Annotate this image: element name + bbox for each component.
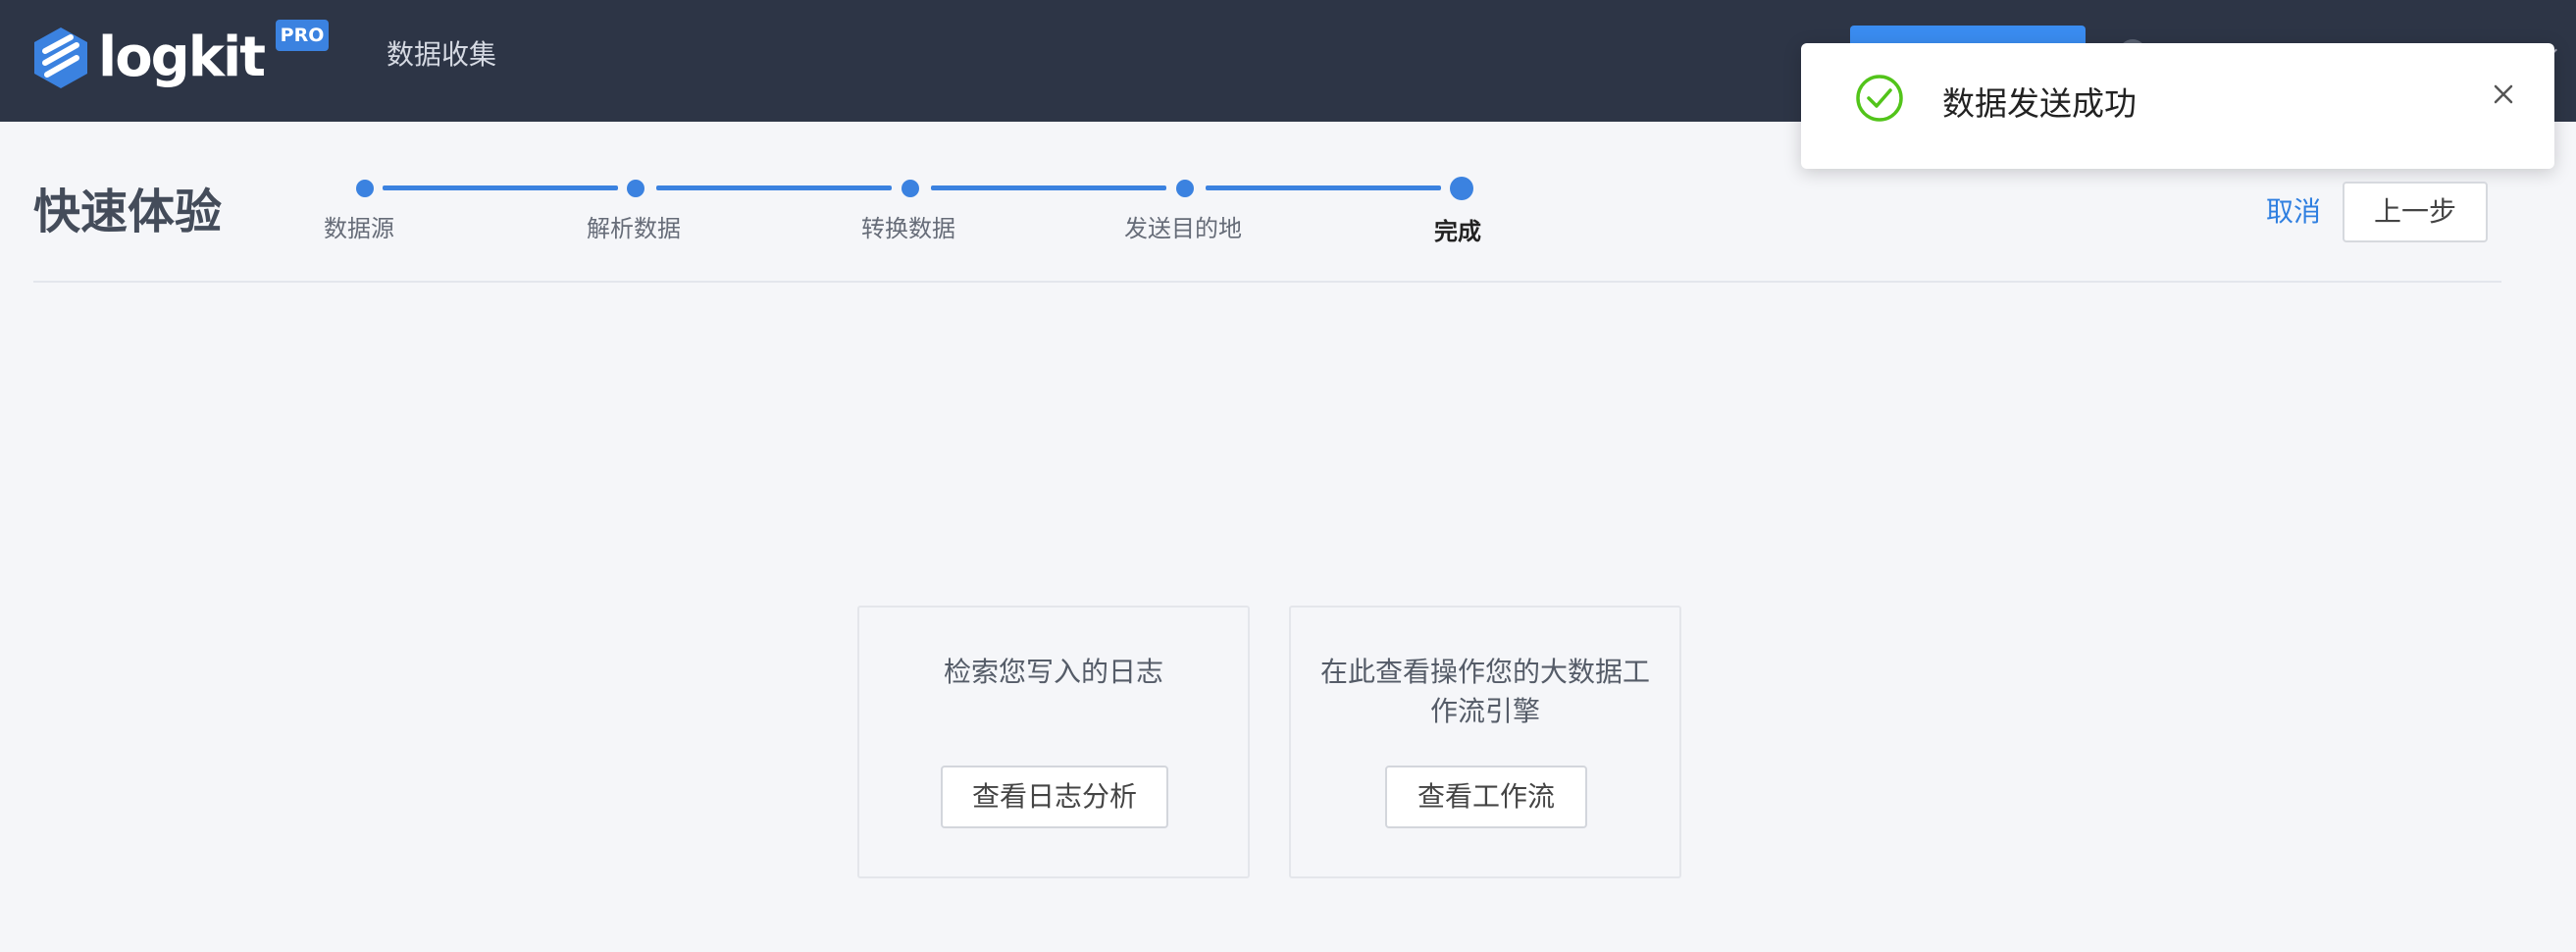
- step-dot-5: [1450, 177, 1473, 200]
- toast-message: 数据发送成功: [1942, 84, 2137, 123]
- step-label-parse: 解析数据: [587, 215, 681, 242]
- previous-step-button[interactable]: 上一步: [2343, 182, 2488, 242]
- step-label-source: 数据源: [324, 215, 394, 242]
- step-label-done: 完成: [1434, 218, 1481, 245]
- close-icon[interactable]: [2488, 79, 2519, 110]
- step-connector: [383, 185, 618, 190]
- step-dot-3: [902, 180, 919, 197]
- cancel-link[interactable]: 取消: [2266, 192, 2321, 232]
- log-analysis-card: 检索您写入的日志 查看日志分析: [857, 606, 1250, 878]
- logo[interactable]: logkit: [31, 26, 266, 90]
- step-connector: [931, 185, 1166, 190]
- header-divider: [33, 281, 2501, 283]
- step-connector: [1206, 185, 1441, 190]
- step-label-transform: 转换数据: [861, 215, 955, 242]
- card-description: 检索您写入的日志: [943, 656, 1163, 688]
- card-description: 在此查看操作您的大数据工作流引擎: [1320, 656, 1651, 727]
- view-workflow-button[interactable]: 查看工作流: [1385, 766, 1587, 828]
- logkit-logo-icon: [31, 26, 90, 90]
- nav-item-data-collection[interactable]: 数据收集: [386, 35, 496, 75]
- check-circle-icon: [1854, 73, 1905, 124]
- step-dot-4: [1176, 180, 1194, 197]
- page-title: 快速体验: [33, 185, 223, 239]
- success-toast: 数据发送成功: [1801, 43, 2554, 169]
- pro-badge: PRO: [276, 20, 329, 51]
- brand-name: logkit: [98, 26, 266, 89]
- step-dot-2: [627, 180, 644, 197]
- view-log-analysis-button[interactable]: 查看日志分析: [941, 766, 1168, 828]
- step-label-destination: 发送目的地: [1124, 215, 1242, 242]
- step-dot-1: [356, 180, 374, 197]
- workflow-card: 在此查看操作您的大数据工作流引擎 查看工作流: [1289, 606, 1681, 878]
- step-connector: [656, 185, 892, 190]
